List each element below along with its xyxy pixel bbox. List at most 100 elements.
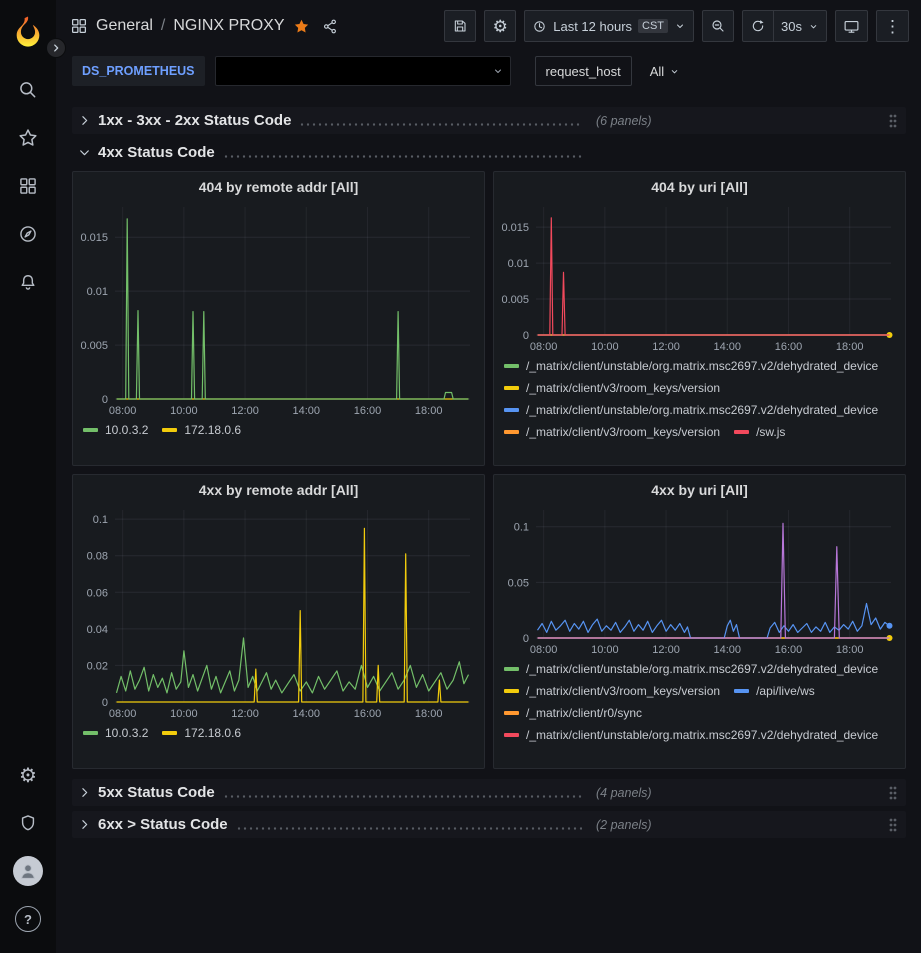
app: ⚙ ? General / NGINX PROXY <box>0 0 921 953</box>
legend-item[interactable]: /_matrix/client/v3/room_keys/version <box>504 379 720 396</box>
legend-item[interactable]: 10.0.3.2 <box>83 724 148 741</box>
dashboards-icon[interactable] <box>8 166 48 206</box>
svg-text:14:00: 14:00 <box>293 405 321 417</box>
svg-text:10:00: 10:00 <box>170 405 198 417</box>
help-icon[interactable]: ? <box>8 899 48 939</box>
legend-item[interactable]: /_matrix/client/unstable/org.matrix.msc2… <box>504 401 878 418</box>
panel-title[interactable]: 404 by remote addr [All] <box>73 172 484 197</box>
time-range-label: Last 12 hours <box>553 19 632 34</box>
svg-text:16:00: 16:00 <box>354 405 382 417</box>
legend-item[interactable]: /_matrix/client/unstable/org.matrix.msc2… <box>504 726 878 743</box>
legend-item[interactable]: /_matrix/client/v3/room_keys/version <box>504 682 720 699</box>
legend-swatch <box>504 667 519 671</box>
datasource-variable-label[interactable]: DS_PROMETHEUS <box>72 56 205 86</box>
save-dashboard-button[interactable] <box>444 10 476 42</box>
chart-area[interactable]: 08:0010:0012:0014:0016:0018:0000.050.1 <box>494 500 905 658</box>
legend-item[interactable]: /_matrix/client/unstable/org.matrix.msc2… <box>504 357 878 374</box>
refresh-button[interactable] <box>742 10 774 42</box>
chevron-right-icon <box>76 114 92 127</box>
legend-item[interactable]: 172.18.0.6 <box>162 724 241 741</box>
legend-label: /_matrix/client/unstable/org.matrix.msc2… <box>526 359 878 373</box>
row-drag-handle-icon[interactable] <box>884 817 902 833</box>
chevron-down-icon <box>674 20 686 32</box>
svg-text:18:00: 18:00 <box>836 341 864 353</box>
time-range-picker[interactable]: Last 12 hours CST <box>524 10 694 42</box>
legend-item[interactable]: /api/live/ws <box>734 682 815 699</box>
legend-item[interactable]: /sw.js <box>734 423 785 440</box>
row-header-6xx[interactable]: 6xx > Status Code (2 panels) <box>72 811 906 838</box>
svg-text:12:00: 12:00 <box>652 341 680 353</box>
legend-swatch <box>734 689 749 693</box>
svg-text:0: 0 <box>523 633 529 645</box>
svg-text:12:00: 12:00 <box>231 405 259 417</box>
legend-item[interactable]: /_matrix/client/r0/sync <box>504 704 642 721</box>
row-drag-handle-icon[interactable] <box>884 113 902 129</box>
kebab-menu-button[interactable]: ⋮ <box>876 10 909 42</box>
panel-1: 404 by remote addr [All]08:0010:0012:001… <box>72 171 485 466</box>
svg-text:0.015: 0.015 <box>80 232 108 244</box>
legend-label: /_matrix/client/r0/sync <box>526 706 642 720</box>
legend-swatch <box>504 430 519 434</box>
zoom-out-icon <box>710 18 726 34</box>
svg-text:0.01: 0.01 <box>508 258 529 270</box>
panel-4: 4xx by uri [All]08:0010:0012:0014:0016:0… <box>493 474 906 769</box>
request-host-variable-label[interactable]: request_host <box>535 56 632 86</box>
grafana-logo[interactable] <box>9 12 47 50</box>
svg-text:0: 0 <box>523 330 529 342</box>
svg-text:10:00: 10:00 <box>591 644 619 656</box>
panel-title[interactable]: 4xx by uri [All] <box>494 475 905 500</box>
svg-text:0.01: 0.01 <box>87 286 108 298</box>
sidebar: ⚙ ? <box>0 0 56 953</box>
server-admin-shield-icon[interactable] <box>8 803 48 843</box>
refresh-icon <box>750 18 766 34</box>
chart-area[interactable]: 08:0010:0012:0014:0016:0018:0000.020.040… <box>73 500 484 722</box>
legend-swatch <box>504 711 519 715</box>
panel-3: 4xx by remote addr [All]08:0010:0012:001… <box>72 474 485 769</box>
refresh-interval-label: 30s <box>781 19 802 34</box>
chart-area[interactable]: 08:0010:0012:0014:0016:0018:0000.0050.01… <box>73 197 484 419</box>
dashboard-settings-button[interactable]: ⚙ <box>484 10 516 42</box>
share-icon[interactable] <box>322 18 339 35</box>
panel-title[interactable]: 4xx by remote addr [All] <box>73 475 484 500</box>
refresh-interval-dropdown[interactable]: 30s <box>774 10 827 42</box>
panel-title[interactable]: 404 by uri [All] <box>494 172 905 197</box>
sidebar-expand-button[interactable] <box>46 38 66 58</box>
chevron-down-icon <box>492 65 504 77</box>
breadcrumb-section[interactable]: General <box>96 17 153 35</box>
legend-item[interactable]: /_matrix/client/unstable/org.matrix.msc2… <box>504 660 878 677</box>
panel-2: 404 by uri [All]08:0010:0012:0014:0016:0… <box>493 171 906 466</box>
dashboard-title[interactable]: NGINX PROXY <box>173 17 284 35</box>
user-avatar[interactable] <box>8 851 48 891</box>
explore-compass-icon[interactable] <box>8 214 48 254</box>
starred-icon[interactable] <box>8 118 48 158</box>
zoom-out-button[interactable] <box>702 10 734 42</box>
row-header-5xx[interactable]: 5xx Status Code (4 panels) <box>72 779 906 806</box>
legend-item[interactable]: 10.0.3.2 <box>83 421 148 438</box>
tv-mode-button[interactable] <box>835 10 868 42</box>
request-host-value-dropdown[interactable]: All <box>642 56 688 86</box>
search-icon[interactable] <box>8 70 48 110</box>
configuration-gear-icon[interactable]: ⚙ <box>8 755 48 795</box>
legend-item[interactable]: /_matrix/client/v3/room_keys/version <box>504 423 720 440</box>
svg-text:16:00: 16:00 <box>354 708 382 720</box>
datasource-value-redacted[interactable] <box>215 56 511 86</box>
row-drag-handle-icon[interactable] <box>884 785 902 801</box>
dotted-leader <box>223 155 582 158</box>
svg-text:0: 0 <box>102 394 108 406</box>
legend-label: 10.0.3.2 <box>105 423 148 437</box>
legend-label: /_matrix/client/v3/room_keys/version <box>526 381 720 395</box>
legend-item[interactable]: 172.18.0.6 <box>162 421 241 438</box>
chevron-down-icon <box>76 146 92 159</box>
alerting-bell-icon[interactable] <box>8 262 48 302</box>
breadcrumb: General / NGINX PROXY <box>70 17 339 35</box>
svg-text:0.02: 0.02 <box>87 660 108 672</box>
favorite-star-icon[interactable] <box>293 18 310 35</box>
gear-icon: ⚙ <box>493 18 508 35</box>
row-header-1xx-3xx-2xx[interactable]: 1xx - 3xx - 2xx Status Code (6 panels) <box>72 107 906 134</box>
svg-text:16:00: 16:00 <box>775 644 803 656</box>
legend-label: /_matrix/client/v3/room_keys/version <box>526 684 720 698</box>
row-header-4xx[interactable]: 4xx Status Code <box>72 139 906 166</box>
legend-swatch <box>83 731 98 735</box>
apps-grid-icon[interactable] <box>70 17 88 35</box>
chart-area[interactable]: 08:0010:0012:0014:0016:0018:0000.0050.01… <box>494 197 905 355</box>
